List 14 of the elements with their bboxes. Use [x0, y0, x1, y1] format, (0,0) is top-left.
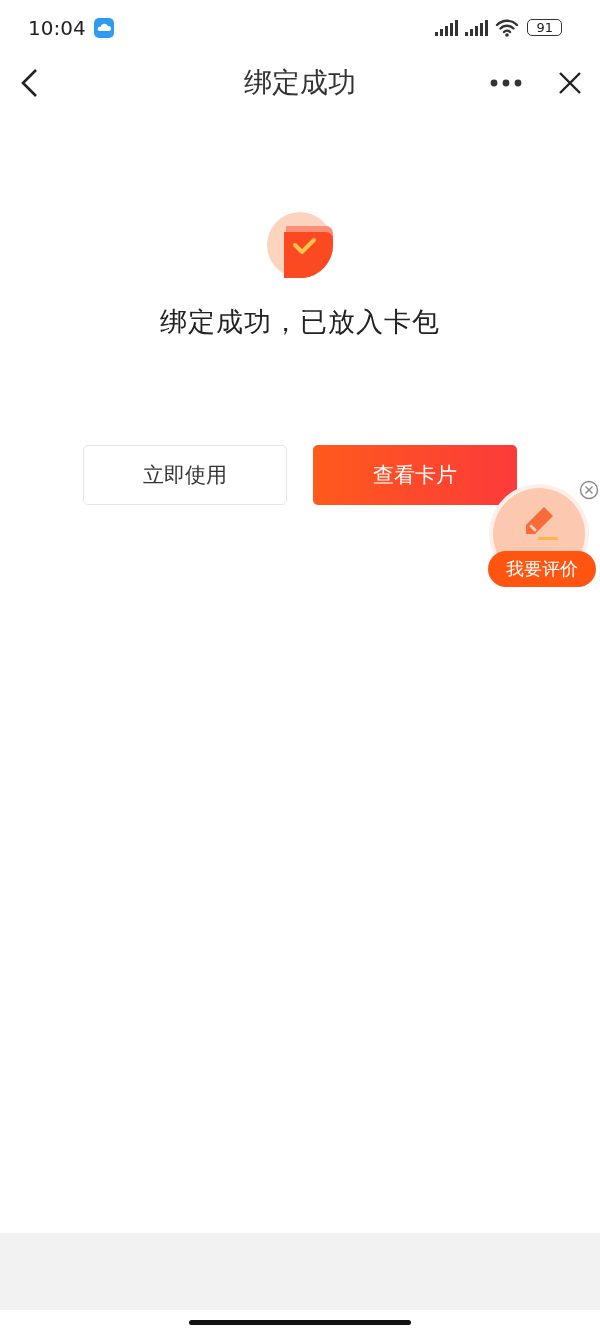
- battery-level: 91: [527, 19, 562, 36]
- cloud-icon: [93, 17, 114, 38]
- home-indicator[interactable]: [189, 1319, 411, 1325]
- close-button[interactable]: [558, 70, 582, 95]
- clock-time: 10:04: [28, 15, 86, 40]
- view-card-button[interactable]: 查看卡片: [313, 445, 517, 505]
- use-now-button[interactable]: 立即使用: [83, 445, 287, 505]
- wifi-icon: [495, 17, 520, 38]
- signal-icon: [463, 17, 490, 38]
- success-message: 绑定成功，已放入卡包: [160, 305, 440, 339]
- card-check-icon: [267, 212, 333, 278]
- more-button[interactable]: [490, 78, 522, 87]
- feedback-button[interactable]: 我要评价: [488, 551, 596, 587]
- page-title: 绑定成功: [244, 64, 356, 101]
